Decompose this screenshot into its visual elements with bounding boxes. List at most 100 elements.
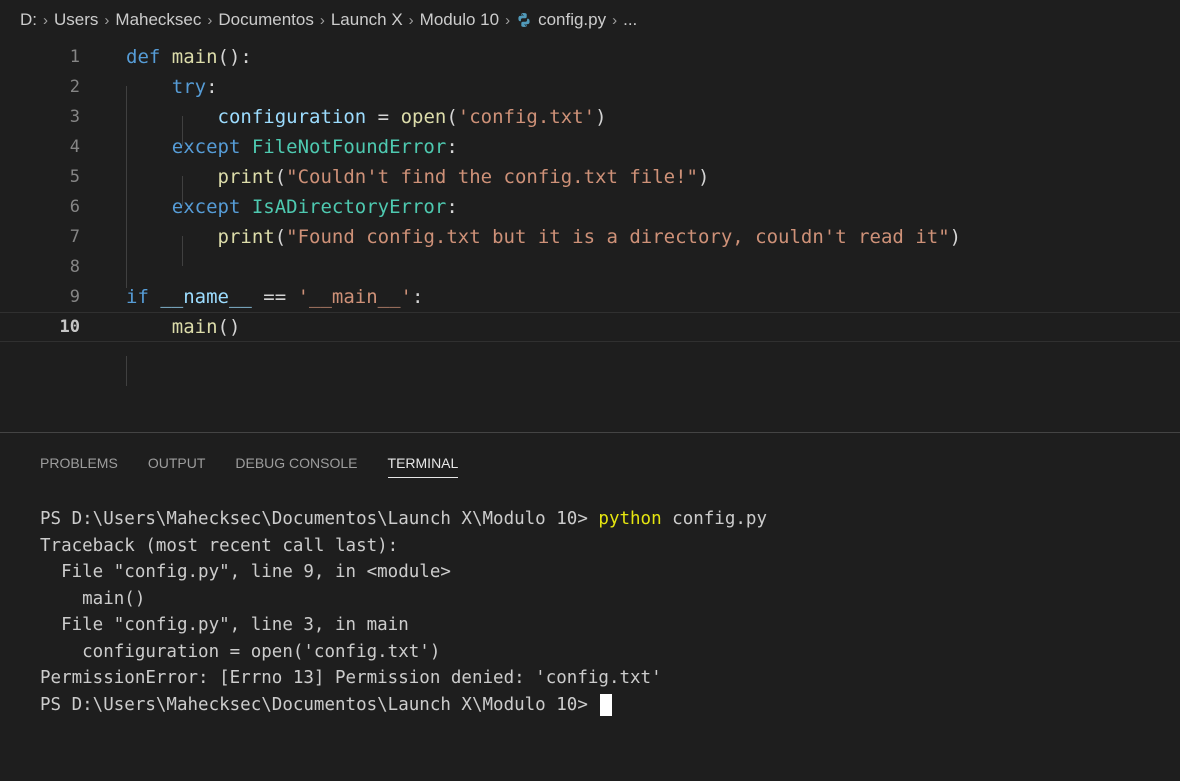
code-token: print: [217, 166, 275, 188]
terminal-prompt-line[interactable]: PS D:\Users\Mahecksec\Documentos\Launch …: [40, 692, 1160, 719]
code-token: '__main__': [297, 286, 412, 308]
code-text: main(): [126, 316, 241, 338]
code-line[interactable]: 9 if __name__ == '__main__':: [0, 282, 1180, 312]
code-token: :: [446, 136, 458, 158]
code-token: (): [217, 316, 241, 338]
code-token: =: [366, 106, 401, 128]
tab-output[interactable]: OUTPUT: [148, 455, 206, 478]
terminal-output-line: File "config.py", line 3, in main: [40, 615, 409, 635]
code-token: __name__: [160, 286, 252, 308]
breadcrumb-separator: ›: [207, 11, 213, 29]
code-token: def: [126, 46, 172, 68]
python-icon: [518, 13, 530, 27]
line-number-text: 6: [69, 197, 80, 217]
terminal-output-line: File "config.py", line 9, in <module>: [40, 562, 451, 582]
code-text: try:: [126, 76, 218, 98]
code-token: if: [126, 286, 161, 308]
line-number: 3: [0, 107, 80, 127]
code-token: ): [697, 166, 710, 188]
code-token: (: [274, 166, 287, 188]
code-token: ): [595, 106, 607, 128]
line-number: 5: [0, 167, 80, 187]
breadcrumb-item-more[interactable]: ...: [623, 10, 637, 30]
code-line[interactable]: 4 except FileNotFoundError:: [0, 132, 1180, 162]
code-line[interactable]: 10 main(): [0, 312, 1180, 342]
code-token: (: [446, 106, 458, 128]
code-line[interactable]: 7 print("Found config.txt but it is a di…: [0, 222, 1180, 252]
code-token: ==: [251, 286, 298, 308]
tab-terminal[interactable]: TERMINAL: [387, 455, 459, 478]
terminal-cursor: [600, 693, 613, 716]
code-text: print("Couldn't find the config.txt file…: [126, 166, 710, 188]
breadcrumb-item-users[interactable]: Users: [54, 10, 98, 30]
code-text: print("Found config.txt but it is a dire…: [126, 226, 962, 248]
code-line[interactable]: 2 try:: [0, 72, 1180, 102]
tab-problems[interactable]: PROBLEMS: [40, 455, 118, 478]
terminal-command-args: config.py: [661, 509, 767, 529]
indent-guide: [126, 356, 127, 386]
code-token: :: [412, 286, 424, 308]
breadcrumb-item-file[interactable]: config.py: [538, 10, 606, 30]
code-line[interactable]: 5 print("Couldn't find the config.txt fi…: [0, 162, 1180, 192]
breadcrumb-item-documentos[interactable]: Documentos: [218, 10, 313, 30]
line-number-text: 4: [69, 137, 80, 157]
code-token: "Found config.txt but it is a directory,…: [286, 226, 950, 248]
terminal-output-line: configuration = open('config.txt'): [40, 641, 441, 662]
breadcrumb-item-drive[interactable]: D:: [20, 10, 37, 30]
code-token: 'config.txt': [457, 106, 596, 128]
terminal-output-line: main(): [40, 588, 146, 609]
code-token: configuration: [217, 106, 367, 128]
code-editor[interactable]: 1 def main(): 2 try: 3 configuration = open…: [0, 40, 1180, 432]
code-token: print: [217, 226, 275, 248]
line-number: 1: [0, 47, 80, 67]
code-token: ): [949, 226, 962, 248]
code-token: try: [171, 76, 207, 98]
code-token: IsADirectoryError: [251, 196, 447, 218]
breadcrumb-separator: ›: [612, 11, 618, 29]
code-text: if __name__ == '__main__':: [126, 286, 423, 308]
line-number-text: 5: [69, 167, 80, 187]
line-number-text: 3: [69, 107, 80, 127]
line-number-text: 1: [69, 47, 80, 67]
terminal-output-line: PermissionError: [Errno 13] Permission d…: [40, 668, 662, 688]
line-number-text: 2: [69, 77, 80, 97]
line-number: 4: [0, 137, 80, 157]
line-number: 9: [0, 287, 80, 307]
code-line[interactable]: 8: [0, 252, 1180, 282]
code-token: :: [206, 76, 218, 98]
code-line[interactable]: 3 configuration = open('config.txt'): [0, 102, 1180, 132]
breadcrumb-item-modulo[interactable]: Modulo 10: [420, 10, 499, 30]
code-line[interactable]: 1 def main():: [0, 42, 1180, 72]
code-line[interactable]: 6 except IsADirectoryError:: [0, 192, 1180, 222]
line-number: 8: [0, 257, 80, 277]
line-number-text: 10: [59, 317, 80, 337]
code-text: except IsADirectoryError:: [126, 196, 458, 218]
line-number: 6: [0, 197, 80, 217]
code-token: FileNotFoundError: [251, 136, 447, 158]
code-token: main: [171, 316, 218, 338]
panel-tabs: PROBLEMS OUTPUT DEBUG CONSOLE TERMINAL: [40, 455, 488, 478]
line-number: 7: [0, 227, 80, 247]
code-token: except: [171, 196, 252, 218]
line-number: 2: [0, 77, 80, 97]
breadcrumb-separator: ›: [505, 11, 511, 29]
breadcrumb-item-launch-x[interactable]: Launch X: [331, 10, 403, 30]
terminal-prompt: PS D:\Users\Mahecksec\Documentos\Launch …: [40, 694, 599, 715]
terminal-command-line: PS D:\Users\Mahecksec\Documentos\Launch …: [40, 506, 1160, 533]
code-token: (: [274, 226, 287, 248]
code-token: main: [171, 46, 218, 68]
terminal[interactable]: PS D:\Users\Mahecksec\Documentos\Launch …: [40, 506, 1160, 718]
breadcrumb-separator: ›: [408, 11, 414, 29]
breadcrumb-item-user[interactable]: Mahecksec: [115, 10, 201, 30]
tab-debug-console[interactable]: DEBUG CONSOLE: [235, 455, 357, 478]
terminal-command: python: [598, 509, 662, 529]
code-token: ():: [217, 46, 252, 68]
panel-divider[interactable]: [0, 432, 1180, 433]
line-number-text: 9: [69, 287, 80, 307]
